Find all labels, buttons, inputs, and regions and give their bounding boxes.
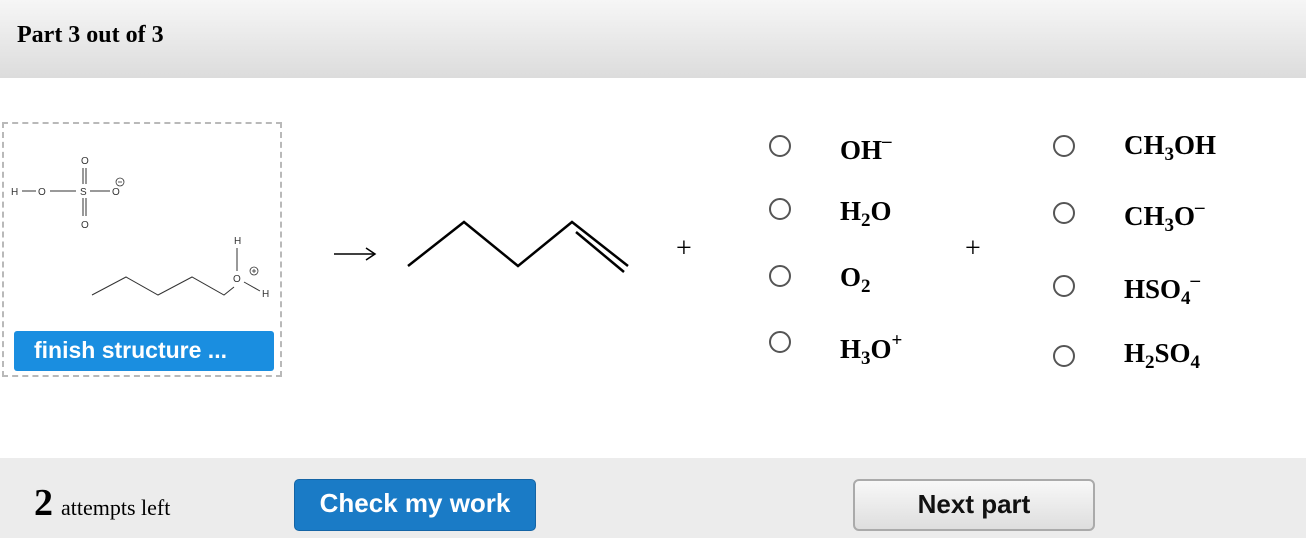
option-label-h2o[interactable]: H2O	[840, 192, 892, 232]
atom-label-o: O	[81, 220, 89, 231]
atom-label-o: O	[112, 187, 120, 198]
option-label-oh-minus[interactable]: OH–	[840, 131, 892, 171]
next-part-button[interactable]: Next part	[853, 479, 1095, 531]
atom-label-h: H	[262, 289, 269, 300]
finish-structure-button[interactable]: finish structure ...	[14, 331, 274, 371]
radio-option-ch3oh[interactable]	[1053, 135, 1075, 157]
reactant-structure-drawing: H O S O O O O H H	[11, 156, 269, 300]
plus-sign: +	[676, 233, 692, 264]
radio-option-hso4-minus[interactable]	[1053, 275, 1075, 297]
atom-label-o: O	[81, 156, 89, 167]
option-label-o2[interactable]: O2	[840, 258, 871, 298]
atom-label-s: S	[80, 187, 87, 198]
attempts-indicator: 2 attempts left	[34, 481, 170, 525]
option-label-h2so4[interactable]: H2SO4	[1124, 338, 1200, 374]
footer-bar: 2 attempts left Check my work Next part	[0, 458, 1306, 538]
reaction-product-drawing	[334, 220, 629, 273]
atom-label-o: O	[38, 187, 46, 198]
plus-sign: +	[965, 233, 981, 264]
radio-option-h3o-plus[interactable]	[769, 331, 791, 353]
radio-option-h2o[interactable]	[769, 198, 791, 220]
option-label-ch3oh[interactable]: CH3OH	[1124, 126, 1216, 166]
option-label-ch3o-minus[interactable]: CH3O–	[1124, 197, 1205, 237]
check-my-work-button[interactable]: Check my work	[294, 479, 536, 531]
part-title: Part 3 out of 3	[17, 22, 164, 48]
atom-label-h: H	[234, 236, 241, 247]
option-label-h3o-plus[interactable]: H3O+	[840, 330, 902, 370]
product-skeletal-structure	[407, 220, 629, 268]
part-header: Part 3 out of 3	[0, 0, 1306, 78]
attempts-count: 2	[34, 482, 53, 524]
radio-option-h2so4[interactable]	[1053, 345, 1075, 367]
attempts-label: attempts left	[61, 495, 171, 520]
atom-label-o: O	[233, 274, 241, 285]
radio-option-o2[interactable]	[769, 265, 791, 287]
radio-option-ch3o-minus[interactable]	[1053, 202, 1075, 224]
atom-label-h: H	[11, 187, 18, 198]
radio-option-oh-minus[interactable]	[769, 135, 791, 157]
reactant-structure-box[interactable]: H O S O O O O H H finish structure ...	[2, 122, 282, 377]
option-label-hso4-minus[interactable]: HSO4–	[1124, 270, 1200, 310]
